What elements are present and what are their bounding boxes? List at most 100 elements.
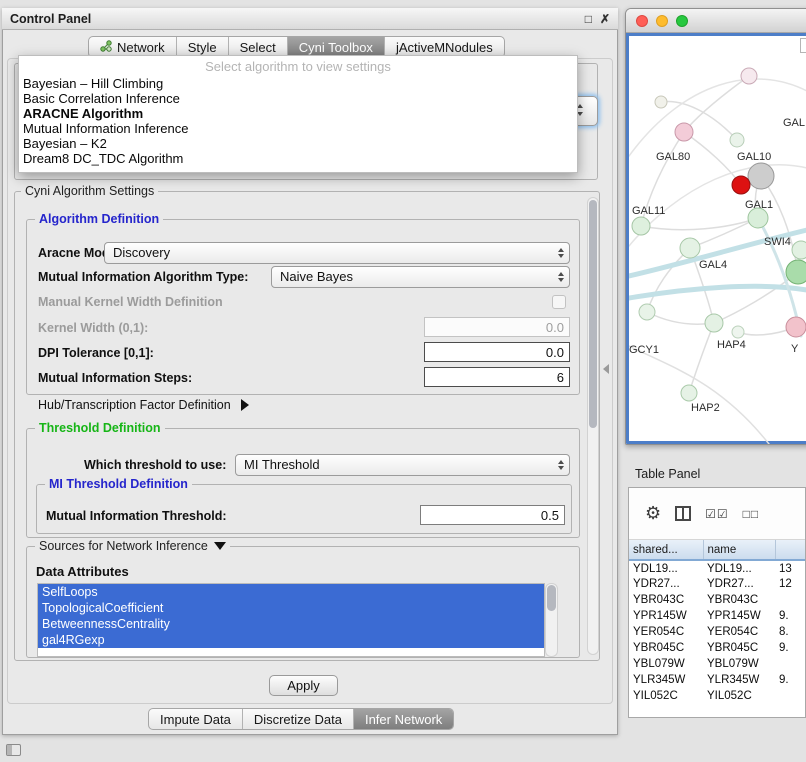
attribute-list-item[interactable]: SelfLoops [38,584,544,600]
network-canvas[interactable]: GALGAL80GAL10GAL11GAL1SWI4GAL4GCY1HAP4YH… [626,33,806,444]
table-cell: YDL19... [703,560,775,576]
network-node[interactable] [680,238,700,258]
dpi-tolerance-field[interactable] [424,342,570,362]
table-row[interactable]: YPR145WYPR145W9. [629,608,806,624]
table-column-header[interactable] [775,540,806,560]
table-cell: YBL079W [703,656,775,672]
control-panel-titlebar[interactable]: Control Panel □ ✗ [2,8,618,30]
manual-kernel-checkbox[interactable] [552,295,566,309]
network-window-titlebar[interactable] [626,9,806,33]
table-cell: 9. [775,640,806,656]
tab-jactivemnodules[interactable]: jActiveMNodules [385,37,504,57]
mi-type-value: Naive Bayes [280,269,353,284]
network-node[interactable] [741,68,757,84]
select-all-checkboxes-icon[interactable]: ☑☑ [705,507,729,521]
attribute-list-item[interactable]: TopologicalCoefficient [38,600,544,616]
attribute-list-item[interactable]: gal4RGexp [38,632,544,648]
kernel-width-label: Kernel Width (0,1): [38,321,148,335]
tab-impute-data[interactable]: Impute Data [149,709,243,729]
network-node[interactable] [786,317,806,337]
apply-button-label: Apply [287,678,320,693]
close-icon[interactable]: ✗ [600,12,610,26]
tab-discretize-data[interactable]: Discretize Data [243,709,354,729]
network-node[interactable] [632,217,650,235]
hub-definition-expander[interactable]: Hub/Transcription Factor Definition [38,398,249,412]
float-window-icon[interactable]: □ [585,12,592,26]
network-node[interactable] [748,208,768,228]
network-node[interactable] [730,133,744,147]
table-column-header[interactable]: name [703,540,775,560]
zoom-traffic-light-icon[interactable] [676,15,688,27]
table-row[interactable]: YIL052CYIL052C [629,688,806,704]
network-node[interactable] [655,96,667,108]
algorithm-option[interactable]: Bayesian – Hill Climbing [19,76,577,91]
kernel-width-field[interactable] [424,317,570,337]
table-cell: 9. [775,672,806,688]
mi-threshold-field[interactable] [420,505,565,525]
algorithm-option[interactable]: ARACNE Algorithm [19,106,577,121]
table-column-header[interactable]: shared... [629,540,703,560]
network-node[interactable] [681,385,697,401]
attribute-list-item[interactable]: BetweennessCentrality [38,616,544,632]
control-panel-title: Control Panel [10,12,91,26]
network-node[interactable] [732,326,744,338]
network-node[interactable] [675,123,693,141]
table-row[interactable]: YDL19...YDL19...13 [629,560,806,576]
table-row[interactable]: YDR27...YDR27...12 [629,576,806,592]
table-row[interactable]: YBR043CYBR043C [629,592,806,608]
tab-style[interactable]: Style [177,37,229,57]
apply-button[interactable]: Apply [269,675,338,696]
network-node[interactable] [792,241,806,259]
table-row[interactable]: YBL079WYBL079W [629,656,806,672]
table-cell: 12 [775,576,806,592]
table-cell: YLR345W [703,672,775,688]
table-cell: 9. [775,608,806,624]
algorithm-dropdown-popup: Select algorithm to view settings Bayesi… [18,55,578,173]
mi-type-combo[interactable]: Naive Bayes [271,266,570,288]
table-row[interactable]: YER054CYER054C8. [629,624,806,640]
tab-network[interactable]: Network [89,37,177,57]
algorithm-option[interactable]: Basic Correlation Inference [19,91,577,106]
which-threshold-combo[interactable]: MI Threshold [235,454,570,476]
birdseye-box[interactable] [800,38,806,53]
attribute-list-scrollbar-thumb[interactable] [547,585,556,611]
splitpane-collapse-icon[interactable] [603,364,609,374]
collapsed-panel-icon[interactable] [6,744,21,756]
expander-right-icon[interactable] [241,399,249,411]
settings-scrollbar-thumb[interactable] [589,200,597,428]
tab-infer-network[interactable]: Infer Network [354,709,453,729]
network-icon [100,40,112,55]
mi-steps-field[interactable] [424,367,570,387]
algorithm-option[interactable]: Bayesian – K2 [19,136,577,151]
clear-checkboxes-icon[interactable]: □□ [743,507,760,521]
network-graph: GALGAL80GAL10GAL11GAL1SWI4GAL4GCY1HAP4YH… [629,36,806,445]
network-node[interactable] [748,163,774,189]
data-attributes-label: Data Attributes [36,564,129,579]
column-selector-icon[interactable] [675,506,691,521]
algorithm-option[interactable]: Dream8 DC_TDC Algorithm [19,151,577,166]
network-view-window[interactable]: GALGAL80GAL10GAL11GAL1SWI4GAL4GCY1HAP4YH… [625,8,806,445]
tab-select[interactable]: Select [229,37,288,57]
hub-definition-label: Hub/Transcription Factor Definition [38,398,231,412]
dropdown-placeholder: Select algorithm to view settings [19,56,577,76]
close-traffic-light-icon[interactable] [636,15,648,27]
tab-cyni-toolbox[interactable]: Cyni Toolbox [288,37,385,57]
settings-scrollbar[interactable] [587,197,599,655]
network-node[interactable] [639,304,655,320]
table-row[interactable]: YBR045CYBR045C9. [629,640,806,656]
table-cell: YBR045C [703,640,775,656]
combo-arrows-icon [558,272,564,276]
aracne-mode-combo[interactable]: Discovery [104,242,570,264]
collapse-down-icon[interactable] [214,542,226,550]
table-settings-gear-icon[interactable]: ⚙ [645,503,661,524]
algorithm-option[interactable]: Mutual Information Inference [19,121,577,136]
network-node[interactable] [705,314,723,332]
table-cell: YPR145W [703,608,775,624]
which-threshold-label: Which threshold to use: [84,458,226,472]
table-row[interactable]: YLR345WYLR345W9. [629,672,806,688]
network-node[interactable] [786,260,806,284]
attribute-list-scrollbar[interactable] [545,583,558,657]
network-node[interactable] [732,176,750,194]
table-cell: 13 [775,560,806,576]
minimize-traffic-light-icon[interactable] [656,15,668,27]
